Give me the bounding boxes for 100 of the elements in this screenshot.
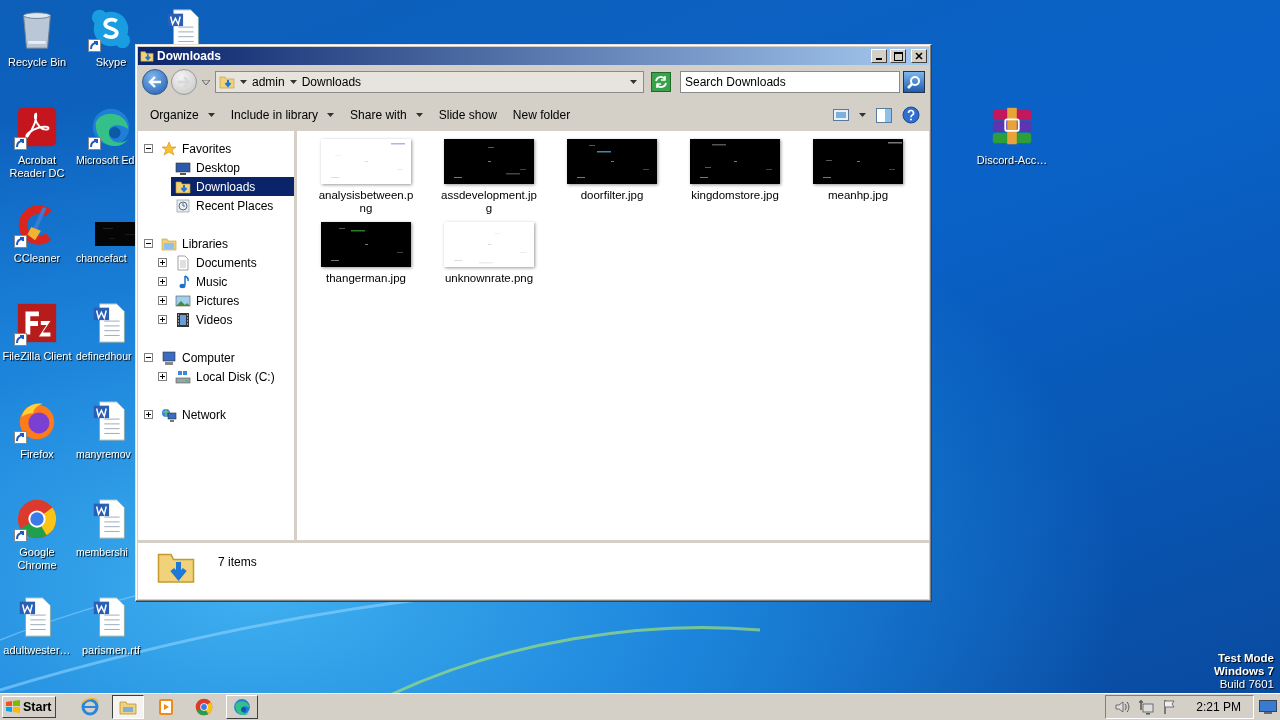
icon-label: membershi bbox=[76, 546, 128, 559]
computer-icon bbox=[161, 349, 177, 366]
start-button[interactable]: Start bbox=[2, 696, 57, 718]
caret-icon bbox=[327, 113, 335, 117]
toolbar-menu-button[interactable]: Include in library bbox=[222, 103, 343, 127]
forward-arrow-icon bbox=[177, 76, 191, 88]
expand-toggle[interactable] bbox=[158, 277, 167, 286]
refresh-icon bbox=[654, 75, 668, 89]
address-bar[interactable]: admin Downloads bbox=[215, 71, 644, 93]
os-notice: Build 7601 bbox=[1219, 678, 1274, 691]
search-button[interactable] bbox=[903, 71, 925, 93]
icon-label: CCleaner bbox=[13, 252, 61, 265]
tree-item[interactable]: Documents bbox=[171, 253, 294, 272]
icon-label: adultwester… bbox=[3, 644, 71, 657]
close-icon bbox=[915, 52, 923, 60]
search-icon bbox=[907, 75, 921, 89]
back-button[interactable] bbox=[142, 69, 168, 95]
toolbar-menu-button[interactable]: Share with bbox=[342, 103, 431, 127]
icon-label: Firefox bbox=[20, 448, 54, 461]
maximize-button[interactable] bbox=[890, 49, 906, 63]
file-item[interactable]: doorfilter.jpg bbox=[557, 139, 667, 222]
disk-drive-icon bbox=[175, 368, 191, 385]
os-notice: Windows 7 bbox=[1214, 665, 1274, 678]
address-dropdown-button[interactable] bbox=[630, 80, 637, 84]
expand-toggle[interactable] bbox=[158, 372, 167, 381]
expand-toggle[interactable] bbox=[158, 315, 167, 324]
icon-label: Recycle Bin bbox=[7, 56, 67, 69]
tree-item[interactable]: Music bbox=[171, 272, 294, 291]
tree-item[interactable]: Local Disk (C:) bbox=[171, 367, 294, 386]
taskbar-button[interactable] bbox=[112, 695, 145, 719]
shortcut-arrow-icon bbox=[14, 333, 27, 346]
shortcut-arrow-icon bbox=[14, 137, 27, 150]
toolbar-button[interactable]: New folder bbox=[504, 103, 579, 127]
toolbar-button[interactable]: Slide show bbox=[430, 103, 505, 127]
expand-toggle[interactable] bbox=[144, 239, 153, 248]
monitor-icon bbox=[1259, 700, 1277, 714]
shortcut-arrow-icon bbox=[88, 137, 101, 150]
caret-icon bbox=[240, 80, 247, 84]
caret-icon bbox=[207, 113, 215, 117]
tree-item[interactable]: Downloads bbox=[171, 177, 294, 196]
expand-toggle[interactable] bbox=[144, 144, 153, 153]
caret-icon bbox=[630, 80, 637, 84]
shortcut-arrow-icon bbox=[14, 529, 27, 542]
item-count: 7 items bbox=[218, 555, 257, 569]
clock[interactable]: 2:21 PM bbox=[1196, 700, 1241, 714]
window-title: Downloads bbox=[157, 49, 222, 63]
file-item[interactable]: analysisbetween.png bbox=[311, 139, 421, 222]
search-field[interactable]: Search Downloads bbox=[680, 71, 900, 93]
close-button[interactable] bbox=[911, 49, 927, 63]
network-icon bbox=[161, 406, 177, 423]
expand-toggle[interactable] bbox=[144, 410, 153, 419]
toolbar-menu-button[interactable]: Organize bbox=[142, 103, 223, 127]
icon-label: Skype bbox=[95, 56, 127, 69]
expand-toggle[interactable] bbox=[158, 296, 167, 305]
browser-icon bbox=[232, 697, 253, 717]
view-icon bbox=[833, 109, 849, 121]
tree-item[interactable]: Libraries bbox=[157, 234, 294, 253]
icon-label: Microsoft Ed bbox=[76, 154, 135, 167]
download-folder-icon bbox=[140, 49, 154, 63]
refresh-button[interactable] bbox=[651, 72, 671, 92]
library-folder-icon bbox=[161, 235, 177, 252]
expand-toggle[interactable] bbox=[158, 258, 167, 267]
tree-item[interactable]: Network bbox=[157, 405, 294, 424]
file-item[interactable]: assdevelopment.jpg bbox=[434, 139, 544, 222]
caret-icon bbox=[202, 79, 210, 85]
file-item[interactable]: meanhp.jpg bbox=[803, 139, 913, 222]
file-item[interactable]: kingdomstore.jpg bbox=[680, 139, 790, 222]
caret-icon bbox=[289, 80, 297, 84]
monitor-icon bbox=[175, 159, 191, 176]
expand-toggle[interactable] bbox=[144, 353, 153, 362]
film-strip-icon bbox=[175, 311, 191, 328]
history-button[interactable] bbox=[200, 79, 212, 85]
tree-item[interactable]: Recent Places bbox=[171, 196, 294, 215]
icon-label: Acrobat Reader DC bbox=[8, 154, 66, 180]
icon-label: chancefact bbox=[76, 252, 127, 265]
preview-pane-icon bbox=[876, 107, 892, 123]
recent-places-icon bbox=[175, 197, 191, 214]
landscape-icon bbox=[175, 292, 191, 309]
maximize-icon bbox=[893, 51, 903, 61]
icon-label: Discord-Acc… bbox=[976, 154, 1048, 167]
tree-item[interactable]: Pictures bbox=[171, 291, 294, 310]
tree-item[interactable]: Favorites bbox=[157, 139, 294, 158]
network-icon bbox=[1138, 699, 1155, 715]
download-folder-icon bbox=[175, 178, 191, 195]
breadcrumb[interactable]: Downloads bbox=[301, 75, 362, 89]
shortcut-arrow-icon bbox=[14, 235, 27, 248]
help-icon bbox=[902, 106, 920, 124]
download-folder-icon bbox=[219, 74, 235, 90]
browser-icon bbox=[194, 697, 215, 717]
file-item[interactable]: thangerman.jpg bbox=[311, 222, 421, 305]
tree-item[interactable]: Videos bbox=[171, 310, 294, 329]
back-arrow-icon bbox=[148, 76, 162, 88]
tree-item[interactable]: Desktop bbox=[171, 158, 294, 177]
tree-item[interactable]: Computer bbox=[157, 348, 294, 367]
document-icon bbox=[175, 254, 191, 271]
show-desktop-button[interactable] bbox=[1258, 697, 1278, 717]
icon-label: parismen.rtf bbox=[81, 644, 141, 657]
file-item[interactable]: unknownrate.png bbox=[434, 222, 544, 305]
breadcrumb[interactable]: admin bbox=[252, 75, 285, 89]
minimize-button[interactable] bbox=[871, 49, 887, 63]
